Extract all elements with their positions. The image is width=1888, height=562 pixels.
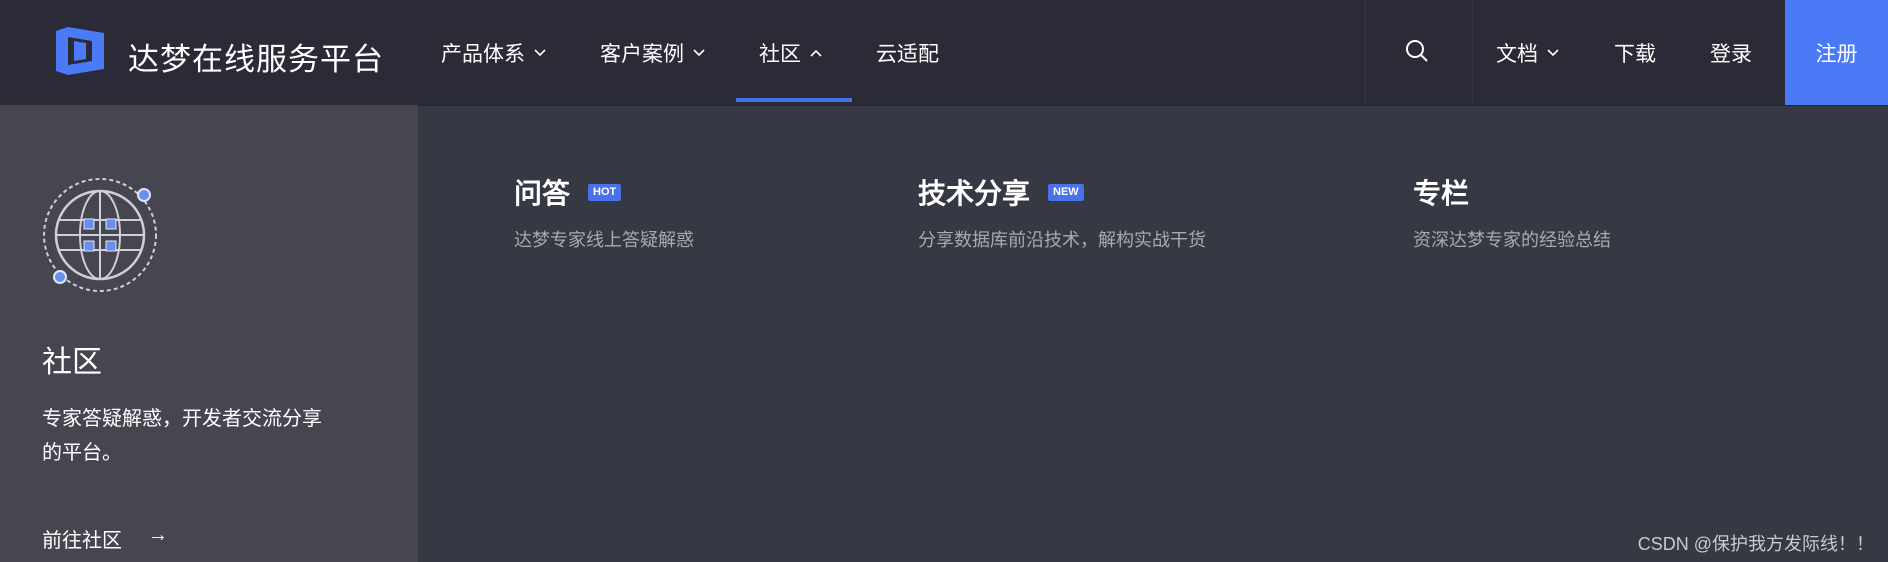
menu-item-column[interactable]: 专栏 资深达梦专家的经验总结 bbox=[1413, 172, 1611, 252]
nav-community[interactable]: 社区 bbox=[759, 38, 823, 68]
globe-network-icon bbox=[43, 178, 157, 292]
csdn-watermark: CSDN @保护我方发际线！！ bbox=[1637, 534, 1874, 554]
divider bbox=[1472, 0, 1473, 105]
community-side-panel: 社区 专家答疑解惑，开发者交流分享的平台。 前往社区 → bbox=[0, 105, 418, 562]
nav-products[interactable]: 产品体系 bbox=[441, 38, 547, 68]
nav-community-label: 社区 bbox=[759, 43, 801, 66]
menu-item-description: 分享数据库前沿技术，解构实战干货 bbox=[918, 230, 1206, 250]
new-badge: NEW bbox=[1048, 183, 1084, 201]
nav-products-label: 产品体系 bbox=[441, 43, 525, 66]
nav-download[interactable]: 下载 bbox=[1614, 38, 1656, 68]
brand-title[interactable]: 达梦在线服务平台 bbox=[128, 34, 384, 79]
side-panel-title: 社区 bbox=[42, 346, 102, 379]
goto-community-label: 前往社区 bbox=[42, 530, 122, 552]
hot-badge: HOT bbox=[588, 183, 622, 201]
menu-item-title: 专栏 bbox=[1413, 178, 1470, 209]
chevron-up-icon bbox=[810, 49, 822, 57]
divider bbox=[1365, 0, 1366, 105]
chevron-down-icon bbox=[534, 49, 546, 57]
arrow-right-icon: → bbox=[148, 524, 168, 546]
chevron-down-icon bbox=[1547, 49, 1559, 57]
top-navigation-bar: 达梦在线服务平台 产品体系 客户案例 社区 云适配 文档 下载 登录 注册 bbox=[0, 0, 1888, 106]
nav-cloud-adapt[interactable]: 云适配 bbox=[876, 38, 939, 68]
register-button-label: 注册 bbox=[1815, 42, 1858, 66]
search-icon[interactable] bbox=[1404, 38, 1430, 64]
nav-cases-label: 客户案例 bbox=[600, 43, 684, 66]
menu-item-title: 技术分享 bbox=[918, 178, 1031, 209]
nav-login[interactable]: 登录 bbox=[1710, 38, 1752, 68]
side-panel-description: 专家答疑解惑，开发者交流分享的平台。 bbox=[42, 408, 322, 464]
nav-cases[interactable]: 客户案例 bbox=[600, 38, 706, 68]
register-button[interactable]: 注册 bbox=[1785, 0, 1888, 105]
menu-item-qa[interactable]: 问答 HOT 达梦专家线上答疑解惑 bbox=[514, 172, 694, 252]
active-nav-indicator bbox=[736, 98, 852, 102]
nav-docs-label: 文档 bbox=[1496, 43, 1538, 66]
goto-community-link[interactable]: 前往社区 → bbox=[42, 524, 168, 553]
chevron-down-icon bbox=[693, 49, 705, 57]
menu-item-description: 资深达梦专家的经验总结 bbox=[1413, 230, 1611, 250]
dameng-logo-icon[interactable] bbox=[54, 25, 106, 77]
nav-download-label: 下载 bbox=[1614, 43, 1656, 66]
nav-docs[interactable]: 文档 bbox=[1496, 38, 1560, 68]
nav-login-label: 登录 bbox=[1710, 43, 1752, 66]
menu-item-description: 达梦专家线上答疑解惑 bbox=[514, 230, 694, 250]
menu-item-title: 问答 bbox=[514, 178, 571, 209]
nav-cloud-adapt-label: 云适配 bbox=[876, 43, 939, 66]
menu-item-tech-share[interactable]: 技术分享 NEW 分享数据库前沿技术，解构实战干货 bbox=[918, 172, 1206, 252]
